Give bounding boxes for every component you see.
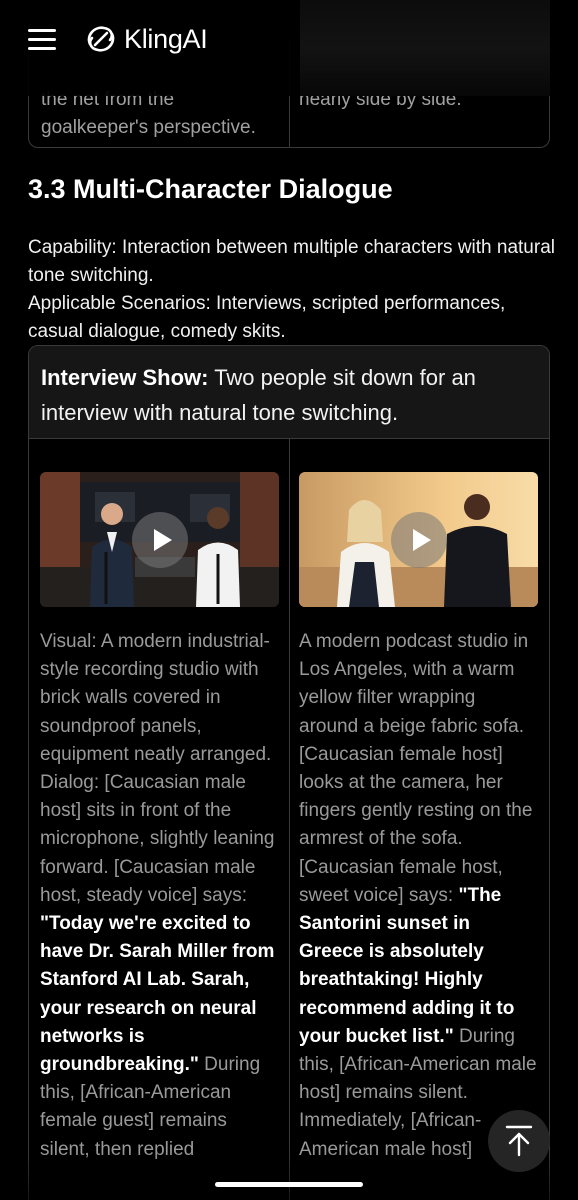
home-indicator [215,1182,363,1187]
kling-logo-icon [87,26,115,52]
capability-text: Capability: Interaction between multiple… [28,237,555,286]
logo-text: KlingAI [124,23,208,54]
right-description-text: A modern podcast studio in Los Angeles, … [299,631,533,906]
hamburger-menu-icon[interactable] [28,28,58,52]
right-quote: "The Santorini sunset in Greece is absol… [299,884,515,1047]
play-icon[interactable] [131,511,188,568]
right-video-description: A modern podcast studio in Los Angeles, … [299,628,539,1164]
left-video-description: Visual: A modern industrial-style record… [40,628,280,1164]
scenarios-text: Applicable Scenarios: Interviews, script… [28,293,506,342]
card-heading: Interview Show: Two people sit down for … [29,346,549,439]
bottom-fade [0,1150,578,1200]
section-title: 3.3 Multi-Character Dialogue [28,174,393,204]
video-thumbnail-studio[interactable] [40,472,279,607]
left-quote: "Today we're excited to have Dr. Sarah M… [40,913,275,1076]
video-thumbnail-podcast[interactable] [299,472,538,607]
arrow-up-to-top-icon [505,1125,533,1157]
kling-logo[interactable]: KlingAI [84,22,208,56]
column-divider [289,439,290,1200]
scroll-to-top-button[interactable] [488,1110,550,1172]
header-overlay [300,0,550,96]
interview-show-card: Interview Show: Two people sit down for … [28,345,550,1200]
top-header: KlingAI [0,0,578,96]
card-heading-label: Interview Show: [41,365,209,390]
left-description-text: Visual: A modern industrial-style record… [40,631,275,906]
section-description: Capability: Interaction between multiple… [28,234,558,346]
play-icon[interactable] [390,511,447,568]
